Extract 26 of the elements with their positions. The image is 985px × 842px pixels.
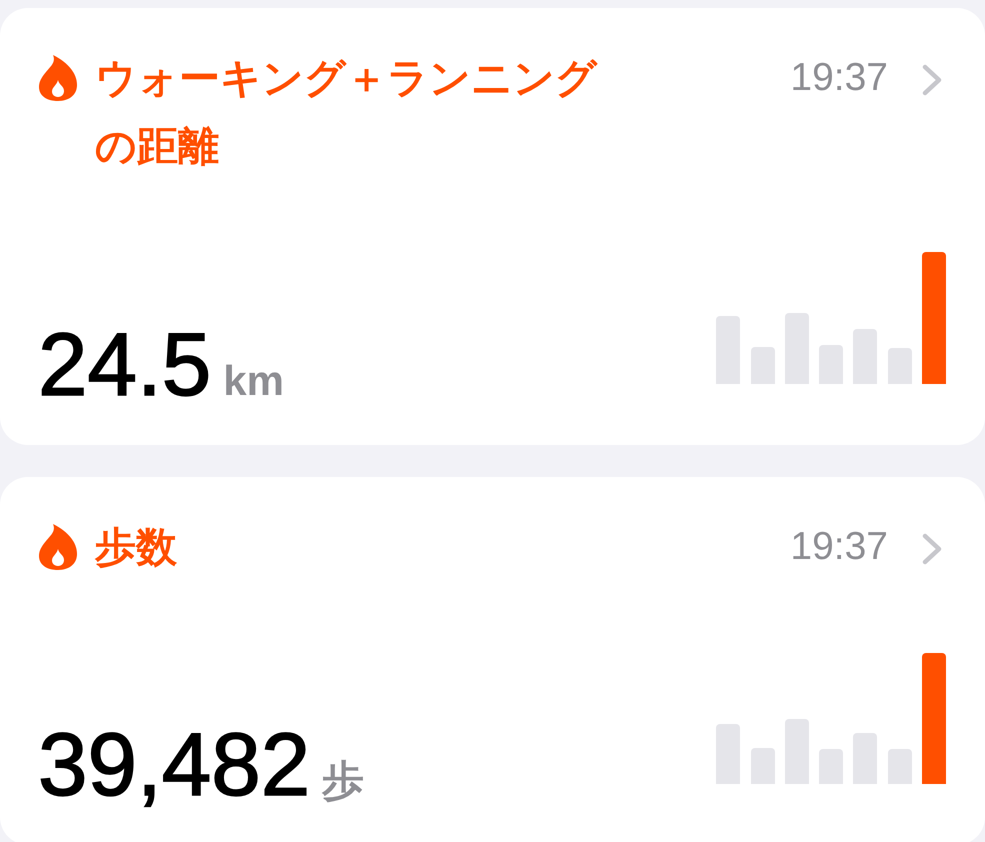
chart-bar bbox=[716, 724, 740, 784]
chart-bar bbox=[819, 749, 844, 784]
card-background[interactable]: ウォーキング＋ランニングの距離 19:37 24.5 km bbox=[0, 8, 985, 445]
chart-bar bbox=[716, 316, 740, 384]
chart-bar bbox=[819, 345, 844, 384]
metric-value: 24.5 bbox=[38, 319, 212, 409]
chart-bar bbox=[888, 749, 912, 784]
card-background[interactable]: 歩数 19:37 39,482 歩 bbox=[0, 477, 985, 842]
chart-bar bbox=[853, 329, 878, 384]
chart-bar bbox=[784, 719, 809, 784]
card-title: ウォーキング＋ランニングの距離 bbox=[95, 54, 598, 171]
metric-value: 39,482 bbox=[38, 719, 310, 809]
chart-bar bbox=[784, 313, 809, 384]
chevron-icon bbox=[921, 532, 943, 566]
chart-bar bbox=[853, 733, 878, 784]
chart-bar bbox=[888, 348, 912, 384]
flame-icon bbox=[38, 524, 78, 570]
time-label: 19:37 bbox=[790, 56, 888, 100]
chart-bar bbox=[750, 347, 775, 384]
flame-icon bbox=[38, 55, 78, 101]
chevron-icon bbox=[921, 62, 943, 96]
unit-label: km bbox=[223, 357, 284, 405]
chart-bar bbox=[750, 748, 775, 784]
card-title: 歩数 bbox=[95, 523, 177, 572]
unit-label: 歩 bbox=[322, 756, 364, 806]
time-label: 19:37 bbox=[790, 525, 888, 569]
